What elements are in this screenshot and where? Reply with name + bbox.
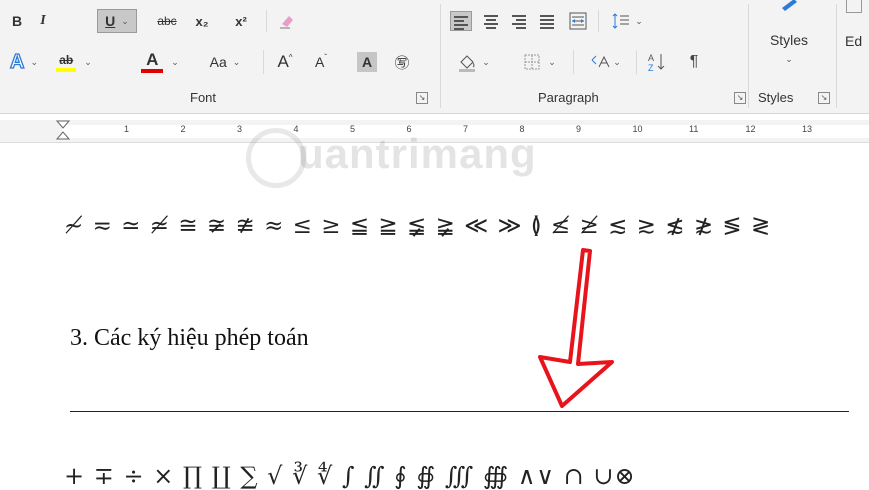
asian-layout-button[interactable]: ⌄ <box>582 50 628 74</box>
editing-icon <box>846 0 862 13</box>
paragraph-dialog-launcher-icon[interactable]: ↘ <box>734 92 746 104</box>
enclose-characters-button[interactable]: ㊢ <box>390 50 414 74</box>
font-group-label: Font <box>190 90 217 105</box>
character-shading-button[interactable]: A <box>355 50 379 74</box>
ruler-number: 3 <box>237 124 243 134</box>
subscript-button[interactable]: x₂ <box>189 10 215 32</box>
underline-label: U <box>105 13 116 29</box>
chevron-down-icon: ⌄ <box>30 56 38 67</box>
grow-font-button[interactable]: A ^ <box>270 50 300 74</box>
ruler-number: 1 <box>124 124 130 134</box>
styles-brush-icon <box>782 0 797 11</box>
borders-icon <box>524 54 540 70</box>
styles-group-label: Styles <box>758 90 794 105</box>
document-page[interactable] <box>0 143 869 487</box>
ruler-number: 9 <box>576 124 582 134</box>
ruler-number: 13 <box>802 124 813 134</box>
shrink-font-label: A <box>314 54 325 70</box>
styles-gallery-button[interactable]: Styles ⌄ <box>754 0 824 84</box>
change-case-button[interactable]: Aa ⌄ <box>200 50 250 74</box>
asian-layout-icon <box>591 55 610 68</box>
red-arrow-annotation <box>538 248 614 408</box>
line-spacing-icon <box>612 13 630 29</box>
text-effects-icon: A <box>9 50 25 73</box>
symbols-line: ≁ ≂ ≃ ≄ ≅ ≆ ≇ ≈ ≤ ≥ ≦ ≧ ≨ ≩ ≪ ≫ ≬ ≰ ≱ ≲ … <box>64 213 772 239</box>
font-color-icon: A <box>141 49 164 73</box>
clear-formatting-icon[interactable] <box>276 10 298 32</box>
horizontal-rule <box>70 411 849 412</box>
distributed-icon[interactable] <box>566 9 590 33</box>
chevron-down-icon: ⌄ <box>613 56 621 67</box>
highlight-color-button[interactable]: ab ⌄ <box>52 48 96 76</box>
paragraph-group-label: Paragraph <box>538 90 599 105</box>
separator <box>573 50 574 74</box>
editing-button-label: Ed <box>845 33 863 49</box>
align-left-icon[interactable] <box>450 11 472 31</box>
font-color-button[interactable]: A ⌄ <box>138 48 182 76</box>
chevron-down-icon: ⌄ <box>482 56 490 67</box>
ruler-number: 12 <box>745 124 756 134</box>
separator <box>263 50 264 74</box>
italic-button[interactable]: I <box>32 10 54 32</box>
change-case-label: Aa <box>209 54 227 70</box>
chevron-down-icon: ⌄ <box>171 56 179 67</box>
separator <box>598 10 599 32</box>
separator <box>266 10 267 32</box>
group-separator <box>836 4 837 108</box>
separator <box>636 50 637 74</box>
chevron-down-icon: ⌄ <box>635 15 643 26</box>
line-spacing-button[interactable]: ⌄ <box>606 9 648 33</box>
shrink-font-button[interactable]: Aˇ <box>306 50 336 74</box>
svg-text:A: A <box>648 53 654 63</box>
sort-icon: AZ <box>648 53 665 73</box>
chevron-down-icon: ⌄ <box>548 56 556 67</box>
underline-button[interactable]: U ⌄ <box>97 9 137 33</box>
bold-button[interactable]: B <box>6 10 28 32</box>
chevron-down-icon: ⌄ <box>121 15 129 26</box>
align-right-icon[interactable] <box>508 11 530 31</box>
borders-button[interactable]: ⌄ <box>516 50 562 74</box>
chevron-down-icon: ⌄ <box>84 56 92 67</box>
operators-line: + ∓ ÷ × ∏ ∐ ∑ √ ∛ ∜ ∫ ∬ ∮ ∯ ∭ ∰ ∧∨ ∩ ∪⊗ <box>64 462 636 490</box>
caret-down-icon: ˇ <box>324 52 327 62</box>
align-center-icon[interactable] <box>480 11 502 31</box>
ruler-number: 10 <box>632 124 643 134</box>
chevron-down-icon: ⌄ <box>232 56 241 67</box>
strikethrough-button[interactable]: abc <box>151 10 183 32</box>
superscript-button[interactable]: x² <box>228 10 254 32</box>
text-effects-button[interactable]: A ⌄ <box>4 50 44 74</box>
group-separator <box>440 4 441 108</box>
ruler-number: 2 <box>180 124 186 134</box>
sort-button[interactable]: AZ <box>644 50 670 74</box>
watermark: uantrimang <box>298 130 537 177</box>
show-formatting-marks-button[interactable]: ¶ <box>682 50 706 74</box>
ruler-number: 11 <box>689 124 699 134</box>
justify-icon[interactable] <box>536 11 558 31</box>
svg-text:Z: Z <box>648 63 654 73</box>
watermark-logo <box>246 128 306 188</box>
ribbon: B I U ⌄ abc x₂ x² A ⌄ ab ⌄ A ⌄ Aa ⌄ A ^ A… <box>0 0 869 114</box>
paint-bucket-icon <box>459 55 476 72</box>
styles-button-label: Styles <box>769 32 809 48</box>
styles-dialog-launcher-icon[interactable]: ↘ <box>818 92 830 104</box>
chevron-down-icon: ⌄ <box>785 54 793 64</box>
font-color-label: A <box>146 49 159 69</box>
grow-font-label: A <box>277 52 289 71</box>
font-dialog-launcher-icon[interactable]: ↘ <box>416 92 428 104</box>
highlighter-icon: ab <box>56 52 77 72</box>
character-shading-icon: A <box>357 52 377 72</box>
group-separator <box>748 4 749 108</box>
highlight-label: ab <box>59 52 74 67</box>
shading-button[interactable]: ⌄ <box>449 50 497 74</box>
indent-marker-icon[interactable] <box>56 120 70 142</box>
caret-up-icon: ^ <box>288 52 293 62</box>
section-heading: 3. Các ký hiệu phép toán <box>70 325 309 351</box>
editing-button[interactable]: Ed <box>840 0 869 84</box>
